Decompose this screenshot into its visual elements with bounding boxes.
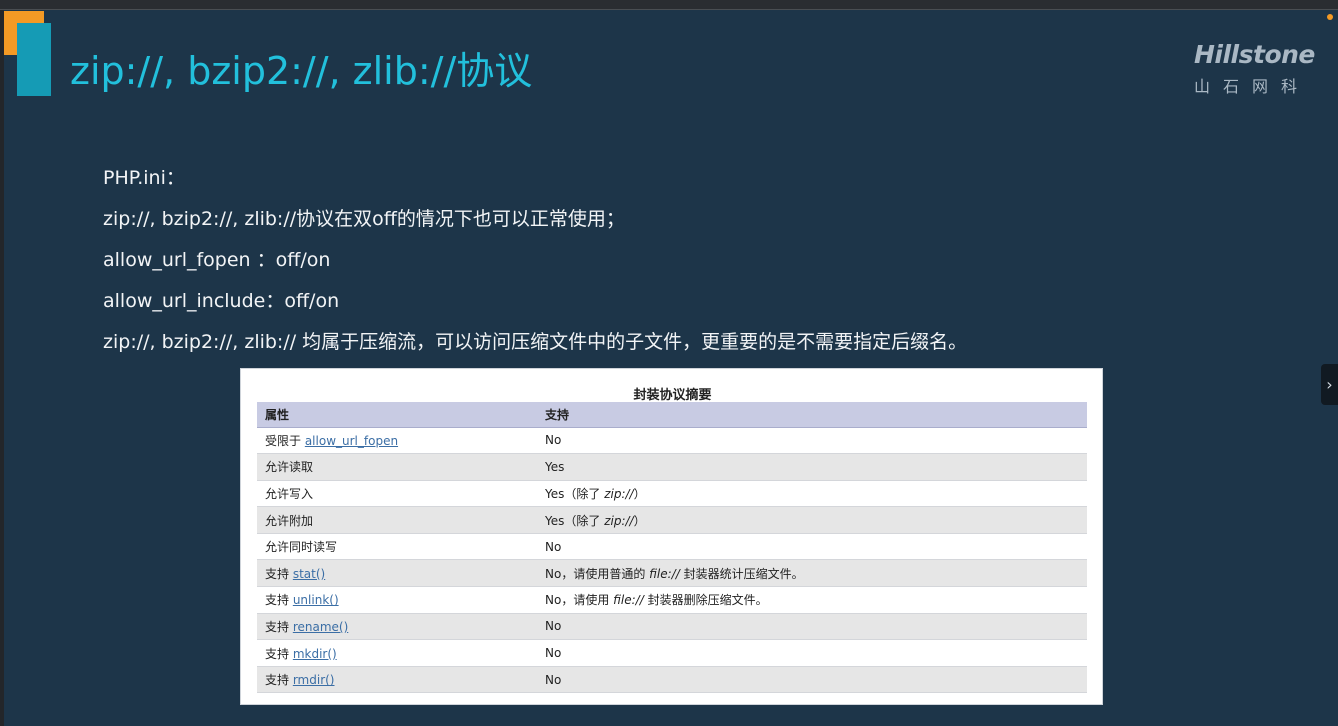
wrapper-summary-table-image: 封装协议摘要 属性 支持 受限于 allow_url_fopen No 允许读取… xyxy=(240,368,1103,705)
orange-dot-decoration xyxy=(1327,14,1333,20)
window-top-strip xyxy=(0,0,1338,10)
support-cell: No xyxy=(537,533,1087,561)
attribute-label: 支持 xyxy=(265,566,293,581)
support-text: Yes（除了 xyxy=(545,486,605,501)
attribute-label: 支持 xyxy=(265,646,293,661)
attribute-label: 支持 xyxy=(265,593,293,608)
support-italic: zip:// xyxy=(604,486,634,501)
title-accent-bar xyxy=(17,23,51,96)
table-row: 允许同时读写 No xyxy=(257,533,1087,561)
logo-chinese-name: 山石网科 xyxy=(1194,77,1311,96)
table-row: 受限于 allow_url_fopen No xyxy=(257,427,1087,455)
attribute-cell: 支持 mkdir() xyxy=(257,639,537,667)
support-cell: No xyxy=(537,427,1087,455)
body-line-compression-streams: zip://, bzip2://, zlib:// 均属于压缩流，可以访问压缩文… xyxy=(103,331,968,353)
support-cell: Yes（除了 zip://） xyxy=(537,480,1087,508)
table-row: 允许附加 Yes（除了 zip://） xyxy=(257,506,1087,534)
support-text: Yes（除了 xyxy=(545,513,605,528)
unlink-link[interactable]: unlink() xyxy=(293,593,339,607)
support-text: No，请使用 xyxy=(545,593,614,608)
hillstone-logo: Hillstone 山石网科 xyxy=(1188,40,1323,96)
support-cell: Yes xyxy=(537,453,1087,481)
support-cell: No xyxy=(537,666,1087,694)
support-tail: 封装器删除压缩文件。 xyxy=(643,593,768,608)
attribute-cell: 允许附加 xyxy=(257,506,537,534)
attribute-label: 受限于 xyxy=(265,433,305,448)
table-row: 支持 rmdir() No xyxy=(257,666,1087,694)
chevron-right-icon: › xyxy=(1326,375,1333,394)
allow-url-fopen-link[interactable]: allow_url_fopen xyxy=(305,434,398,448)
support-tail: ） xyxy=(633,486,646,501)
wrapper-summary-table: 属性 支持 受限于 allow_url_fopen No 允许读取 Yes 允许… xyxy=(257,402,1087,694)
support-italic: zip:// xyxy=(604,513,634,528)
logo-wordmark: Hillstone xyxy=(1194,40,1315,69)
body-line-phpini: PHP.ini： xyxy=(103,167,185,189)
body-line-protocols-usage: zip://, bzip2://, zlib://协议在双off的情况下也可以正… xyxy=(103,208,625,230)
table-row: 允许写入 Yes（除了 zip://） xyxy=(257,480,1087,508)
attribute-label: 支持 xyxy=(265,673,293,688)
attribute-cell: 允许读取 xyxy=(257,453,537,481)
table-header-row: 属性 支持 xyxy=(257,402,1087,428)
attribute-cell: 受限于 allow_url_fopen xyxy=(257,427,537,455)
attribute-cell: 支持 stat() xyxy=(257,559,537,588)
rename-link[interactable]: rename() xyxy=(293,620,348,634)
support-cell: No xyxy=(537,639,1087,667)
attribute-cell: 支持 unlink() xyxy=(257,586,537,614)
attribute-cell: 支持 rmdir() xyxy=(257,666,537,694)
support-text: No，请使用普通的 xyxy=(545,566,650,581)
table-caption: 封装协议摘要 xyxy=(633,388,712,403)
support-italic: file:// xyxy=(613,593,644,608)
table-row: 支持 unlink() No，请使用 file:// 封装器删除压缩文件。 xyxy=(257,586,1087,614)
support-tail: ） xyxy=(633,513,646,528)
body-line-allow-url-include: allow_url_include：off/on xyxy=(103,290,340,312)
header-support: 支持 xyxy=(537,402,1087,428)
support-cell: No，请使用普通的 file:// 封装器统计压缩文件。 xyxy=(537,559,1087,588)
attribute-cell: 允许写入 xyxy=(257,480,537,508)
stat-link[interactable]: stat() xyxy=(293,567,325,581)
header-attribute: 属性 xyxy=(257,402,537,428)
attribute-cell: 支持 rename() xyxy=(257,613,537,641)
slide-title: zip://, bzip2://, zlib://协议 xyxy=(70,49,533,93)
table-row: 支持 stat() No，请使用普通的 file:// 封装器统计压缩文件。 xyxy=(257,559,1087,588)
support-cell: Yes（除了 zip://） xyxy=(537,506,1087,534)
attribute-cell: 允许同时读写 xyxy=(257,533,537,561)
support-cell: No，请使用 file:// 封装器删除压缩文件。 xyxy=(537,586,1087,614)
table-row: 支持 rename() No xyxy=(257,613,1087,641)
next-slide-button[interactable]: › xyxy=(1321,364,1338,405)
attribute-label: 支持 xyxy=(265,619,293,634)
table-row: 支持 mkdir() No xyxy=(257,639,1087,667)
body-line-allow-url-fopen: allow_url_fopen ：off/on xyxy=(103,249,331,271)
support-italic: file:// xyxy=(649,566,680,581)
mkdir-link[interactable]: mkdir() xyxy=(293,647,337,661)
support-cell: No xyxy=(537,613,1087,641)
table-row: 允许读取 Yes xyxy=(257,453,1087,481)
support-tail: 封装器统计压缩文件。 xyxy=(679,566,804,581)
rmdir-link[interactable]: rmdir() xyxy=(293,673,335,687)
